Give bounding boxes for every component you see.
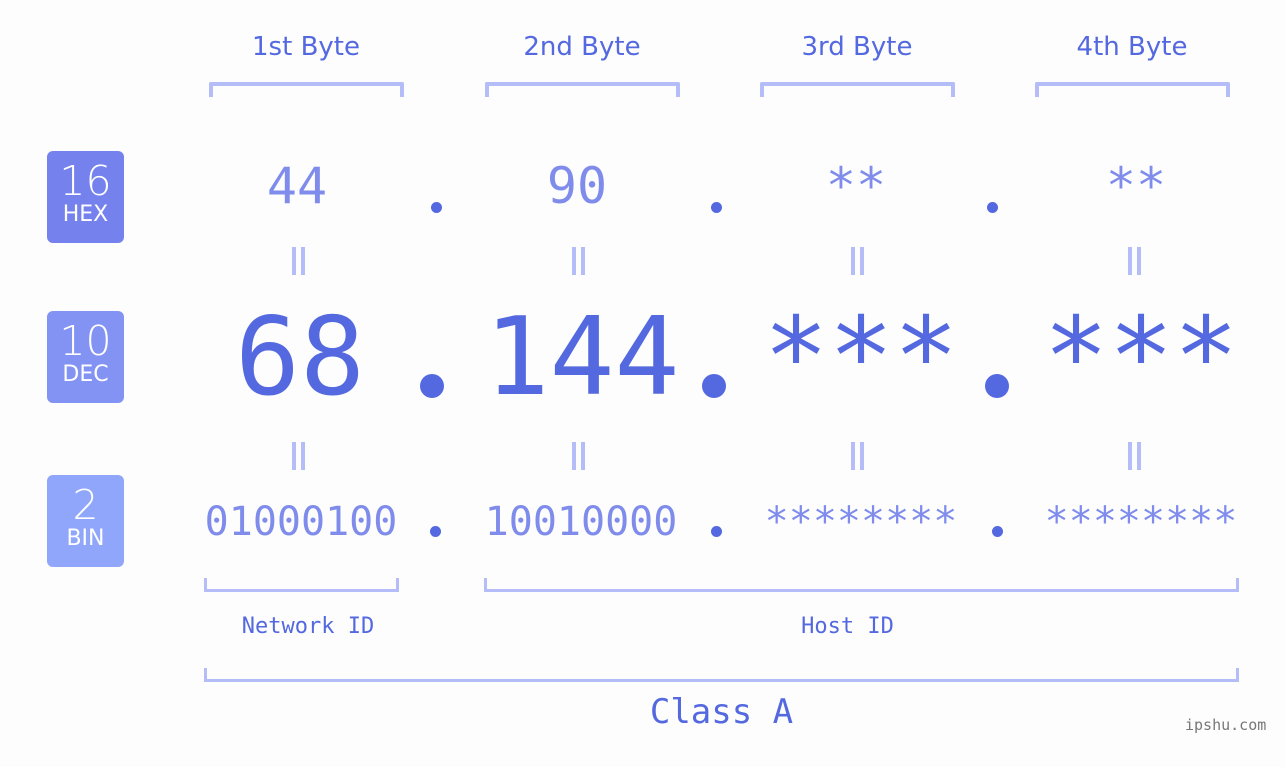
byte-header-4: 4th Byte <box>1076 32 1188 62</box>
bin-separator-2 <box>711 526 722 537</box>
dec-separator-1 <box>420 374 444 398</box>
dec-badge: 10 DEC <box>47 311 124 403</box>
hex-octet-1: 44 <box>266 157 328 215</box>
equals-icon <box>1128 442 1142 470</box>
hex-separator-2 <box>711 202 722 213</box>
hex-separator-3 <box>987 202 998 213</box>
dec-octet-4: *** <box>1043 295 1239 420</box>
class-label: Class A <box>649 692 794 732</box>
host-id-bracket <box>484 578 1239 592</box>
byte-header-1: 1st Byte <box>252 32 360 62</box>
network-id-label: Network ID <box>241 614 375 639</box>
equals-icon <box>292 247 306 275</box>
byte-4-bracket <box>1035 82 1230 97</box>
byte-header-3: 3rd Byte <box>801 32 913 62</box>
hex-badge-label: HEX <box>62 202 109 227</box>
bin-badge-label: BIN <box>66 526 105 551</box>
watermark: ipshu.com <box>1185 716 1267 734</box>
hex-octet-3: ** <box>825 157 887 215</box>
hex-octet-4: ** <box>1105 157 1167 215</box>
byte-2-bracket <box>485 82 680 97</box>
byte-1-bracket <box>209 82 404 97</box>
network-id-bracket <box>204 578 399 592</box>
host-id-label: Host ID <box>801 614 894 639</box>
bin-octet-2: 10010000 <box>484 499 678 545</box>
hex-separator-1 <box>431 202 442 213</box>
dec-octet-2: 144 <box>484 295 680 420</box>
dec-octet-1: 68 <box>234 295 366 420</box>
bin-octet-3: ******** <box>764 499 958 545</box>
bin-octet-4: ******** <box>1044 499 1238 545</box>
class-bracket <box>204 668 1239 682</box>
byte-3-bracket <box>760 82 955 97</box>
equals-icon <box>851 442 865 470</box>
hex-badge: 16 HEX <box>47 151 124 243</box>
bin-octet-1: 01000100 <box>204 499 398 545</box>
bin-separator-3 <box>992 526 1003 537</box>
dec-octet-3: *** <box>763 295 959 420</box>
bin-separator-1 <box>430 526 441 537</box>
dec-badge-label: DEC <box>62 362 109 387</box>
equals-icon <box>572 442 586 470</box>
hex-badge-base: 16 <box>59 157 112 205</box>
byte-header-2: 2nd Byte <box>523 32 641 62</box>
dec-separator-2 <box>702 374 726 398</box>
dec-separator-3 <box>985 374 1009 398</box>
dec-badge-base: 10 <box>59 317 112 365</box>
bin-badge-base: 2 <box>72 481 99 529</box>
hex-octet-2: 90 <box>546 157 608 215</box>
equals-icon <box>851 247 865 275</box>
bin-badge: 2 BIN <box>47 475 124 567</box>
equals-icon <box>292 442 306 470</box>
equals-icon <box>1128 247 1142 275</box>
equals-icon <box>572 247 586 275</box>
